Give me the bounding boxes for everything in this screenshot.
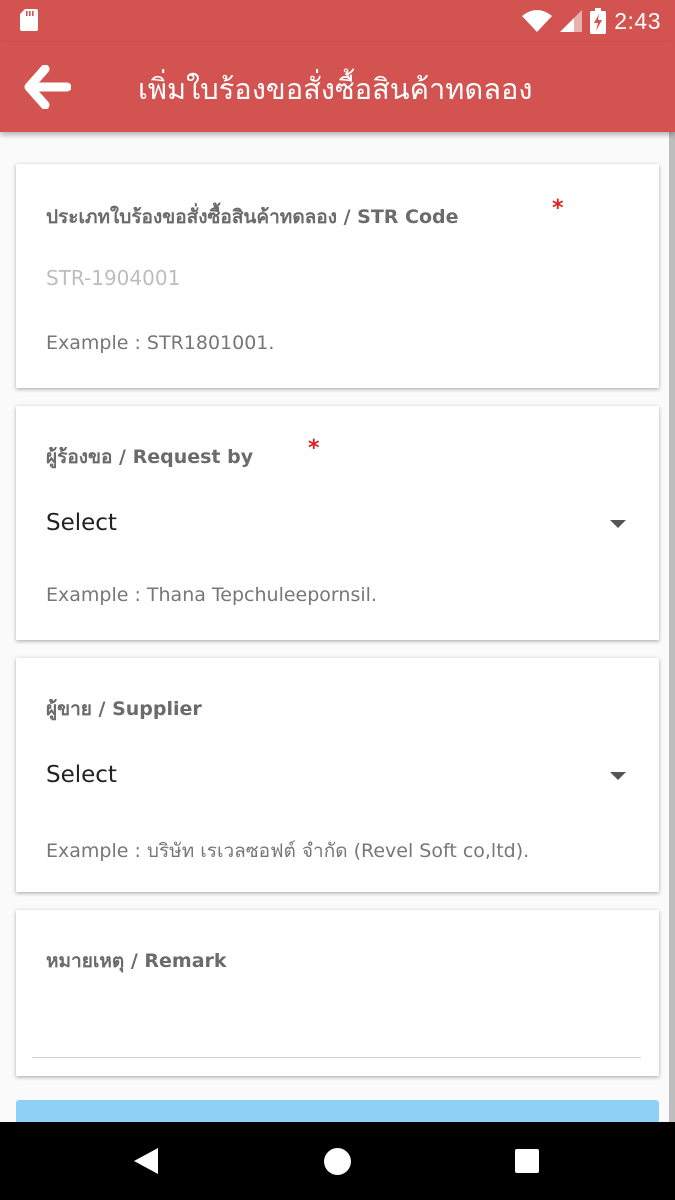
str-code-field[interactable]: STR-1904001 — [46, 266, 180, 290]
supplier-example: Example : บริษัท เรเวลซอฟต์ จำกัด (Revel… — [46, 840, 530, 862]
app-bar: เพิ่มใบร้องขอสั่งซื้อสินค้าทดลอง — [0, 42, 675, 132]
request-by-label: ผู้ร้องขอ / Request by — [46, 446, 254, 468]
status-bar: 2:43 — [0, 0, 675, 42]
remark-card: หมายเหตุ / Remark — [16, 910, 659, 1076]
chevron-down-icon — [610, 520, 626, 528]
str-code-card: ประเภทใบร้องขอสั่งซื้อสินค้าทดลอง / STR … — [16, 164, 659, 388]
request-by-card: ผู้ร้องขอ / Request by * Select Example … — [16, 406, 659, 640]
signal-icon — [560, 10, 583, 32]
screen: 2:43 เพิ่มใบร้องขอสั่งซื้อสินค้าทดลอง ปร… — [0, 0, 675, 1200]
supplier-select-value: Select — [46, 762, 117, 788]
supplier-select[interactable]: Select — [46, 756, 626, 800]
str-code-label: ประเภทใบร้องขอสั่งซื้อสินค้าทดลอง / STR … — [46, 206, 459, 228]
status-time: 2:43 — [614, 7, 661, 34]
required-mark: * — [308, 436, 320, 461]
back-button[interactable] — [16, 58, 78, 116]
required-mark: * — [552, 196, 564, 221]
request-by-select-value: Select — [46, 510, 117, 536]
nav-recents-icon[interactable] — [515, 1149, 539, 1173]
supplier-card: ผู้ขาย / Supplier Select Example : บริษั… — [16, 658, 659, 892]
request-by-select[interactable]: Select — [46, 504, 626, 548]
scrollbar — [669, 132, 675, 1122]
page-title: เพิ่มใบร้องขอสั่งซื้อสินค้าทดลอง — [138, 72, 533, 106]
wifi-icon — [522, 10, 553, 32]
request-by-example: Example : Thana Tepchuleepornsil. — [46, 584, 377, 606]
remark-label: หมายเหตุ / Remark — [46, 950, 227, 972]
battery-charging-icon — [590, 8, 607, 34]
chevron-down-icon — [610, 772, 626, 780]
nav-bar — [0, 1122, 675, 1200]
supplier-label: ผู้ขาย / Supplier — [46, 698, 202, 720]
sd-card-icon — [20, 9, 38, 31]
nav-back-icon[interactable] — [134, 1148, 158, 1174]
nav-home-icon[interactable] — [324, 1148, 351, 1175]
status-icons: 2:43 — [522, 6, 661, 36]
str-code-example: Example : STR1801001. — [46, 332, 275, 354]
remark-input[interactable] — [32, 990, 641, 1056]
arrow-back-icon — [24, 65, 71, 109]
remark-underline — [32, 1057, 641, 1058]
